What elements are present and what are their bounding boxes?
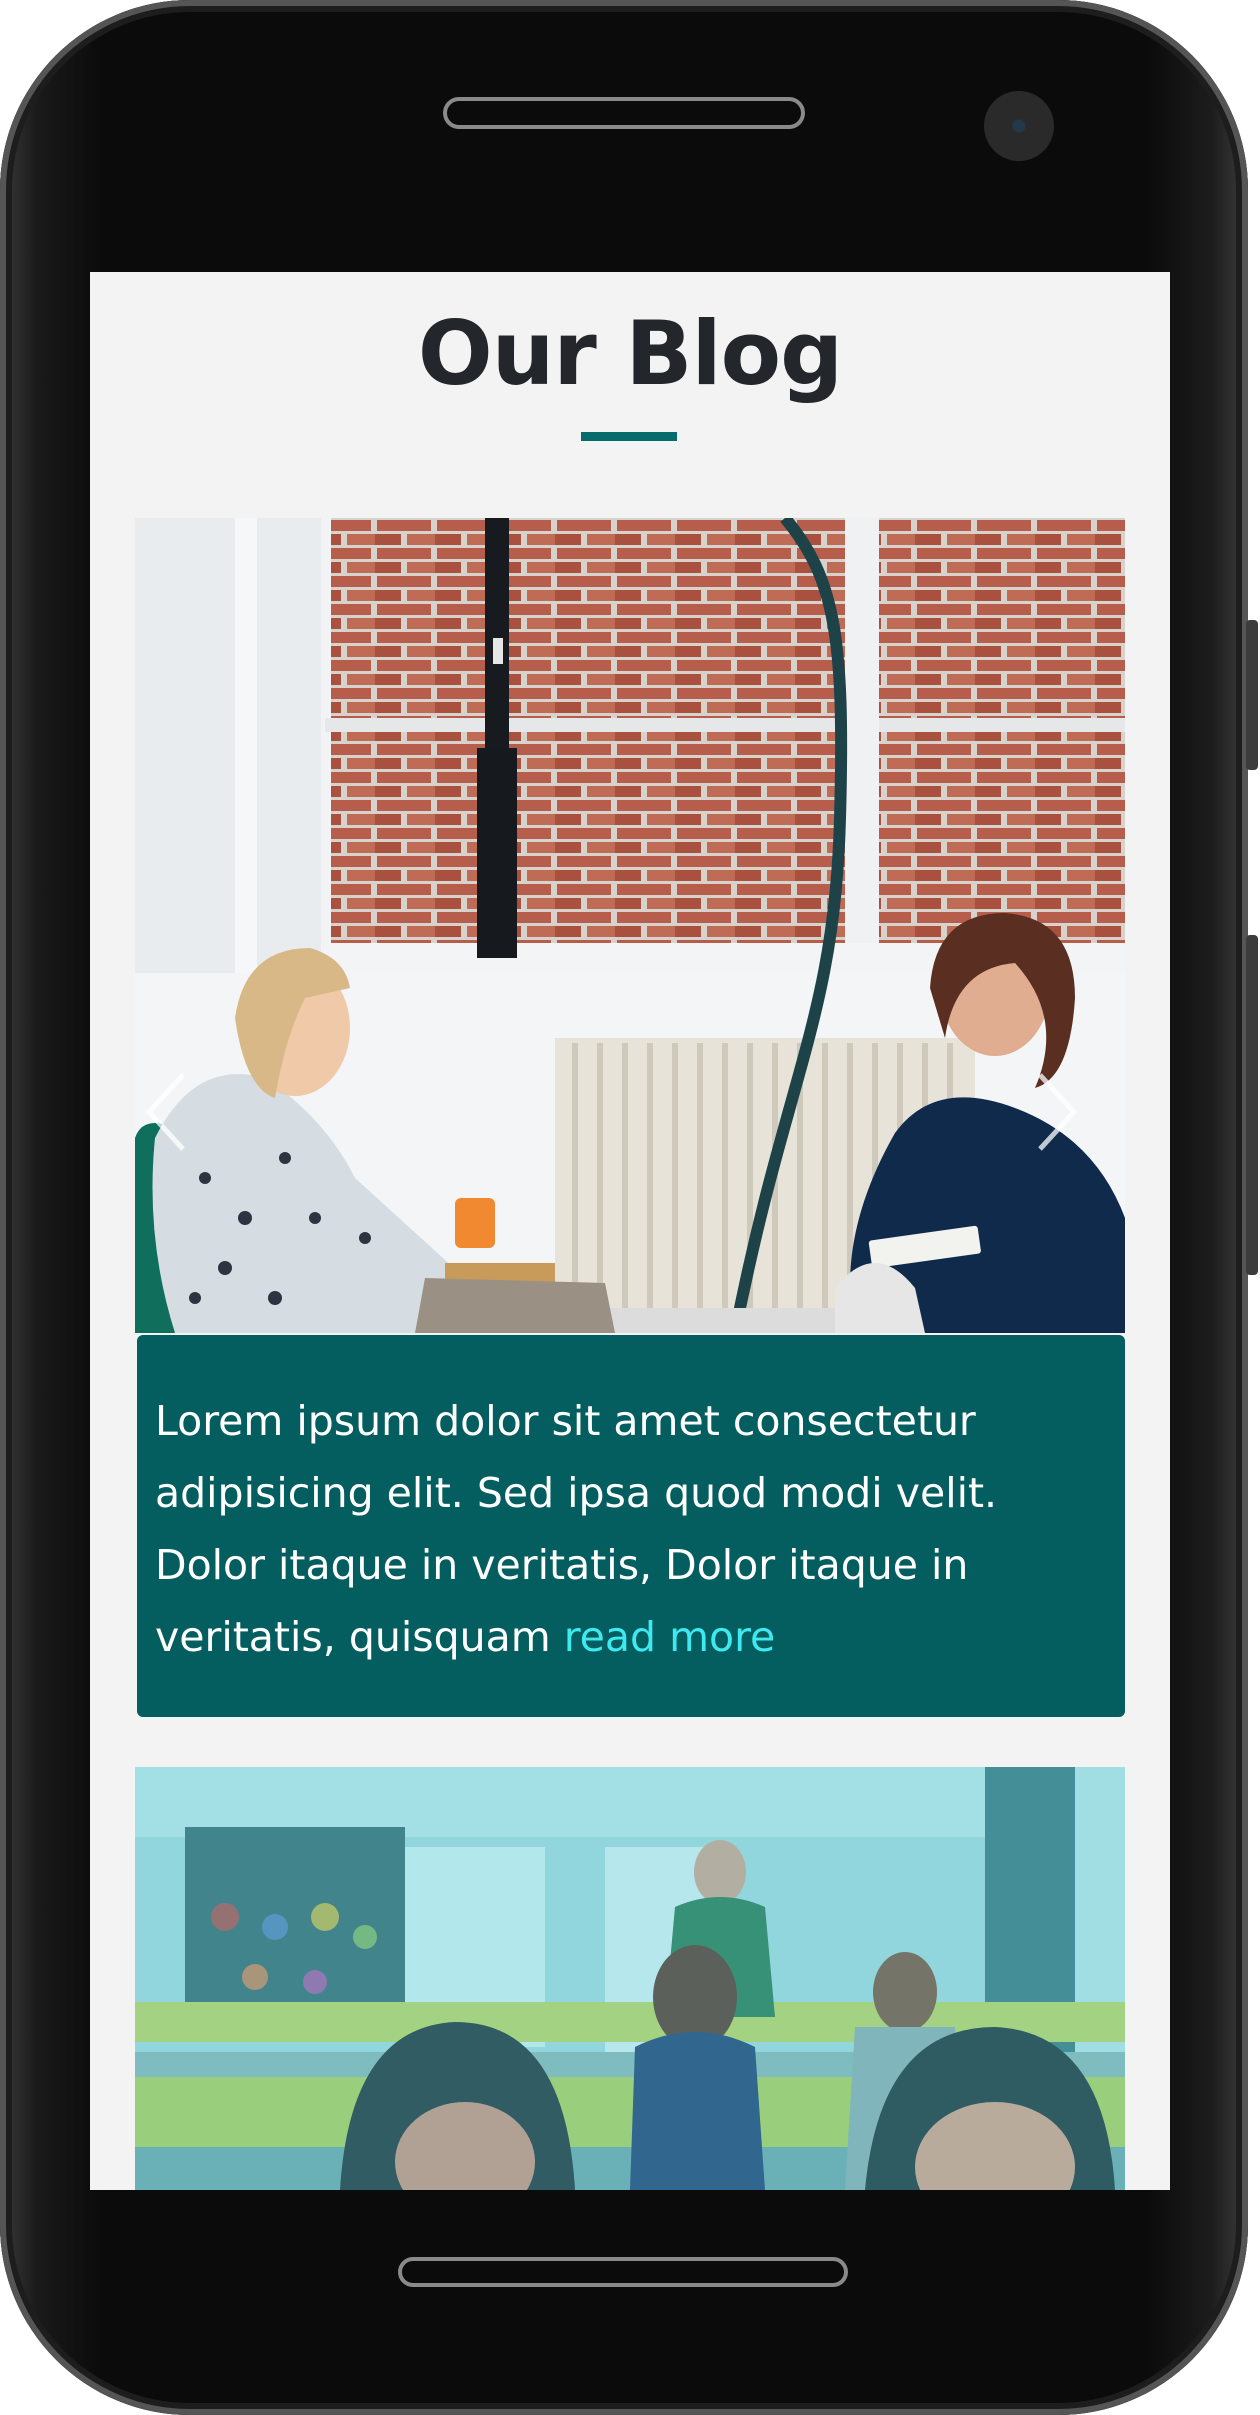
- blog-post-excerpt: Lorem ipsum dolor sit amet consectetur a…: [137, 1335, 1125, 1717]
- blog-post-image[interactable]: [135, 518, 1125, 1333]
- home-bar: [398, 2257, 848, 2287]
- chevron-right-icon: [1038, 1073, 1078, 1151]
- title-underline: [581, 432, 677, 441]
- carousel-next-button[interactable]: [1028, 1067, 1088, 1157]
- read-more-link[interactable]: read more: [564, 1613, 776, 1661]
- front-camera: [984, 91, 1054, 161]
- power-button: [1246, 935, 1258, 1275]
- carousel-prev-button[interactable]: [135, 1067, 195, 1157]
- earpiece-speaker: [443, 97, 805, 129]
- meeting-photo: [135, 518, 1125, 1333]
- volume-button: [1246, 620, 1258, 770]
- office-photo: [135, 1767, 1125, 2190]
- screen: Our Blog Lorem ipsum dolor sit amet cons…: [90, 272, 1170, 2190]
- phone-frame: Our Blog Lorem ipsum dolor sit amet cons…: [0, 0, 1258, 2415]
- chevron-left-icon: [145, 1073, 185, 1151]
- page-title: Our Blog: [417, 302, 843, 405]
- blog-post-image-2[interactable]: [135, 1767, 1125, 2190]
